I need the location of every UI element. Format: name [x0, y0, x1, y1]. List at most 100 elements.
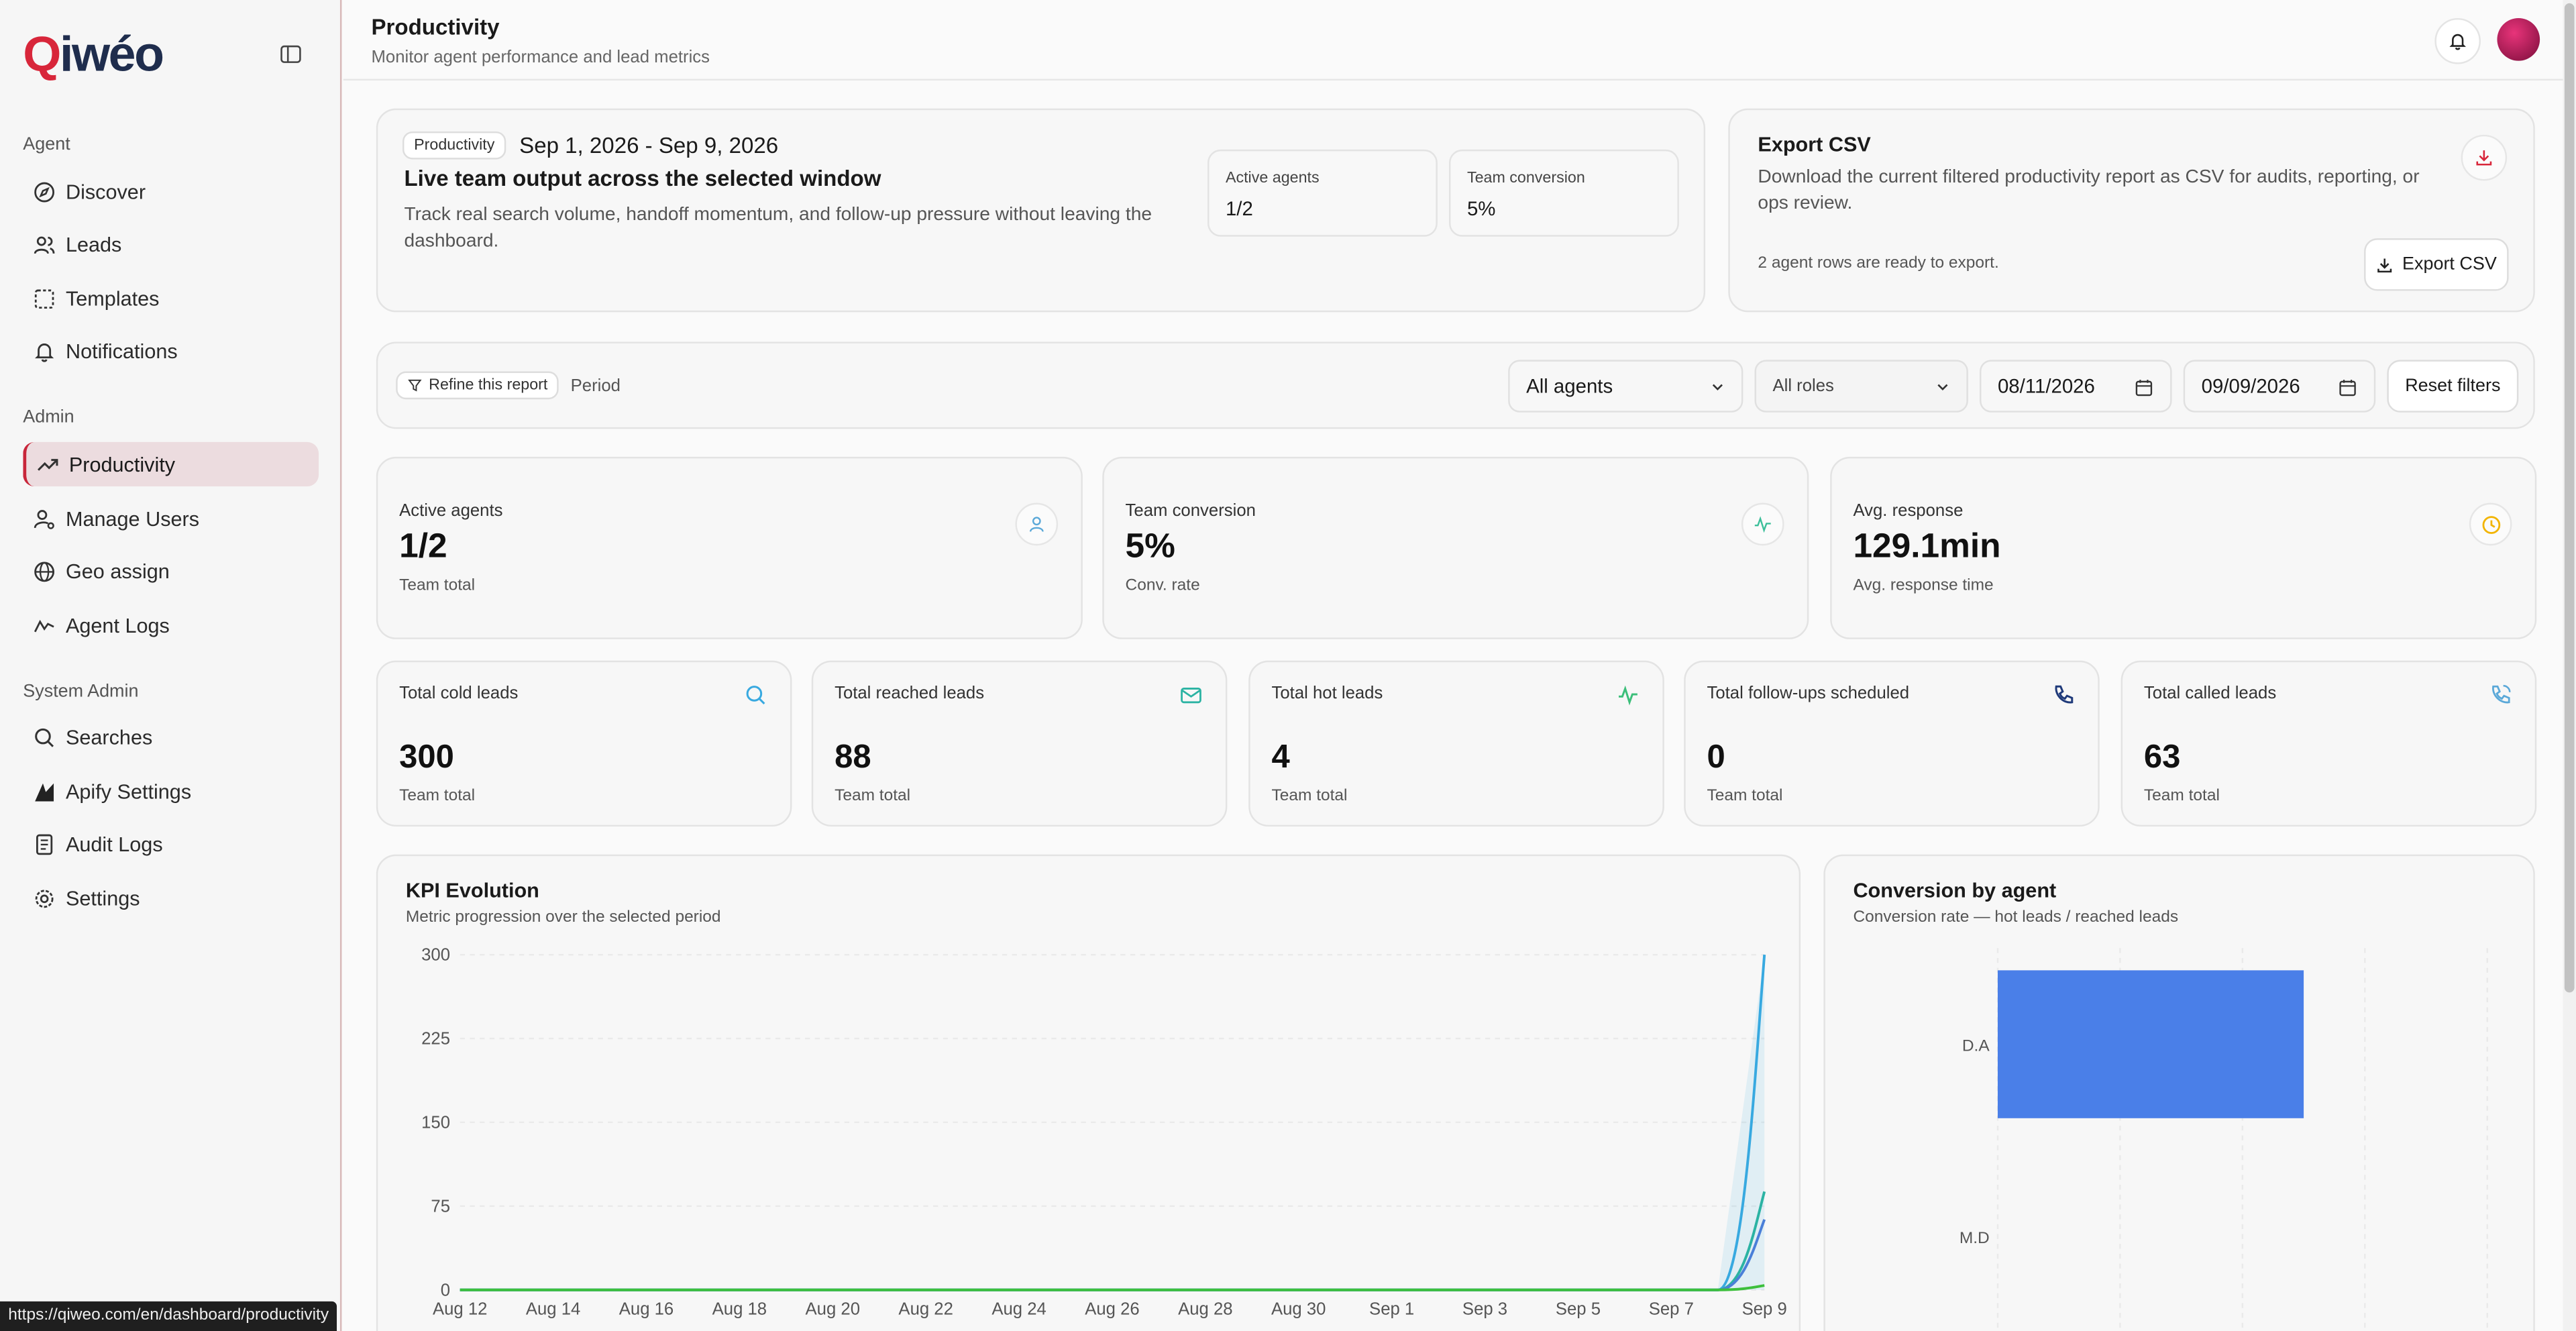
template-icon: [34, 288, 54, 308]
search-icon: [746, 686, 765, 705]
y-tick-label: 0: [441, 1281, 450, 1299]
sidebar-item-geo-assign[interactable]: Geo assign: [23, 549, 319, 593]
category-label: D.A: [1962, 1036, 1990, 1055]
date-from-input[interactable]: 08/11/2026: [1980, 360, 2172, 413]
x-tick-label: Aug 22: [898, 1300, 953, 1319]
compass-icon: [34, 181, 55, 202]
date-to-input[interactable]: 09/09/2026: [2183, 360, 2376, 413]
sidebar-item-apify-settings[interactable]: Apify Settings: [23, 769, 319, 813]
kpi-card-cold-leads: Total cold leads 300 Team total: [376, 660, 792, 827]
x-tick-label: Aug 24: [991, 1300, 1046, 1319]
export-description: Download the current filtered productivi…: [1758, 167, 2420, 214]
kpi-card-follow-ups: Total follow-ups scheduled 0 Team total: [1684, 660, 2100, 827]
export-title: Export CSV: [1758, 133, 1871, 156]
role-select[interactable]: All roles: [1754, 360, 1968, 413]
category-label: M.D: [1960, 1229, 1990, 1247]
sidebar-item-agent-logs[interactable]: Agent Logs: [23, 603, 319, 647]
series-line-2: [460, 1219, 1766, 1291]
sidebar-item-manage-users[interactable]: Manage Users: [23, 496, 319, 541]
page-subtitle: Monitor agent performance and lead metri…: [371, 48, 710, 68]
y-tick-label: 150: [421, 1113, 450, 1132]
users-icon: [34, 235, 55, 254]
section-label-admin: Admin: [23, 407, 74, 427]
kpi-evolution-card: KPI Evolution Metric progression over th…: [376, 854, 1801, 1331]
mail-icon: [1181, 688, 1201, 704]
chevron-down-icon: [1712, 384, 1723, 391]
sidebar-item-templates[interactable]: Templates: [23, 276, 319, 320]
sidebar-item-searches[interactable]: Searches: [23, 714, 319, 759]
logo[interactable]: Qiwéo: [23, 28, 164, 84]
log-icon: [36, 833, 53, 855]
stat-card-active-agents: Active agents 1/2 Team total: [376, 456, 1083, 639]
date-range: Sep 1, 2026 - Sep 9, 2026: [519, 133, 779, 158]
avatar[interactable]: [2497, 17, 2540, 61]
section-label-agent: Agent: [23, 134, 70, 155]
section-label-system-admin: System Admin: [23, 682, 139, 702]
download-icon[interactable]: [2461, 134, 2508, 181]
status-url: https://qiweo.com/en/dashboard/productiv…: [0, 1301, 337, 1331]
hero-title: Live team output across the selected win…: [404, 166, 881, 191]
bar: [1997, 970, 2304, 1118]
filters-card: Refine this report Period All agents All…: [376, 341, 2535, 429]
clock-icon: [2469, 502, 2512, 546]
y-tick-label: 75: [431, 1197, 450, 1216]
sidebar-item-settings[interactable]: Settings: [23, 876, 319, 920]
sidebar-toggle-icon[interactable]: [279, 43, 305, 69]
scrollbar-thumb[interactable]: [2564, 3, 2575, 993]
calendar-icon: [2339, 380, 2356, 396]
x-tick-label: Aug 18: [712, 1300, 767, 1319]
x-tick-label: Aug 20: [806, 1300, 860, 1319]
conversion-by-agent-chart: D.A M.D: [1960, 948, 2488, 1331]
agent-select[interactable]: All agents: [1508, 360, 1743, 413]
sidebar: Qiwéo Agent Discover Leads Templates Not…: [0, 0, 342, 1331]
top-bar: Productivity Monitor agent performance a…: [343, 0, 2576, 81]
y-tick-label: 225: [421, 1030, 450, 1049]
x-tick-label: Sep 5: [1556, 1300, 1601, 1319]
search-icon: [35, 727, 54, 747]
pulse-icon: [1619, 685, 1638, 706]
reset-filters-button[interactable]: Reset filters: [2387, 360, 2519, 413]
y-tick-label: 300: [421, 946, 450, 965]
sidebar-item-discover[interactable]: Discover: [23, 169, 319, 213]
refine-pill: Refine this report: [396, 371, 559, 400]
x-tick-label: Sep 3: [1462, 1300, 1507, 1319]
kpi-evolution-chart: 0 75 150 225 300 Aug 12 Aug 14 Aug 16 Aug 18 Aug …: [421, 946, 1787, 1319]
calendar-icon: [2135, 380, 2153, 396]
export-csv-button[interactable]: Export CSV: [2364, 238, 2509, 291]
series-line-3: [460, 1284, 1765, 1291]
trend-icon: [38, 458, 58, 470]
x-tick-label: Sep 1: [1369, 1300, 1414, 1319]
sidebar-item-audit-logs[interactable]: Audit Logs: [23, 822, 319, 866]
mini-card-active-agents: Active agents 1/2: [1208, 149, 1438, 237]
download-icon: [2377, 258, 2392, 272]
apify-icon: [35, 782, 54, 801]
kpi-card-hot-leads: Total hot leads 4 Team total: [1248, 660, 1664, 827]
x-tick-label: Sep 7: [1649, 1300, 1694, 1319]
scrollbar[interactable]: [2563, 0, 2576, 1331]
sidebar-item-notifications[interactable]: Notifications: [23, 329, 319, 373]
stat-card-avg-response: Avg. response 129.1min Avg. response tim…: [1830, 456, 2537, 639]
activity-icon: [34, 619, 54, 632]
stat-card-team-conversion: Team conversion 5% Conv. rate: [1102, 456, 1809, 639]
gear-icon: [35, 889, 54, 907]
sidebar-item-productivity[interactable]: Productivity: [23, 441, 319, 487]
sidebar-item-leads[interactable]: Leads: [23, 222, 319, 266]
hero-pill: Productivity: [402, 131, 506, 160]
conversion-by-agent-card: Conversion by agent Conversion rate — ho…: [1823, 854, 2535, 1331]
user-icon: [1015, 502, 1059, 546]
period-label: Period: [570, 375, 621, 396]
notifications-bell-icon[interactable]: [2434, 17, 2481, 64]
phone-icon: [2055, 685, 2074, 704]
x-tick-label: Aug 28: [1178, 1300, 1232, 1319]
x-tick-label: Aug 12: [433, 1300, 487, 1319]
user-cog-icon: [34, 509, 54, 529]
kpi-card-called-leads: Total called leads 63 Team total: [2121, 660, 2537, 827]
kpi-card-reached-leads: Total reached leads 88 Team total: [811, 660, 1228, 827]
x-tick-label: Sep 9: [1742, 1300, 1787, 1319]
phone-call-icon: [2492, 684, 2511, 704]
export-card: Export CSV Download the current filtered…: [1728, 108, 2535, 313]
filter-icon: [408, 379, 422, 392]
globe-icon: [34, 561, 55, 582]
bell-icon: [35, 342, 54, 362]
export-note: 2 agent rows are ready to export.: [1758, 254, 1999, 273]
